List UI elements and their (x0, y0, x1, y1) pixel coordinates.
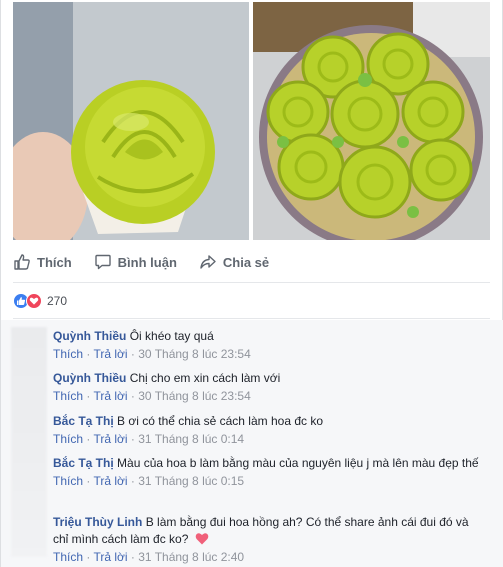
comment-label: Bình luận (117, 254, 177, 270)
divider (13, 282, 490, 283)
comment-reply-link[interactable]: Trả lời (93, 389, 127, 403)
photo-rose-cake[interactable] (253, 2, 490, 240)
heart-emoji-icon (195, 533, 209, 545)
comment-icon (94, 254, 111, 270)
comments-section: Quỳnh Thiều Ôi khéo tay quá Thích · Trả … (1, 320, 503, 567)
comment-like-link[interactable]: Thích (53, 474, 83, 488)
comment-time[interactable]: 30 Tháng 8 lúc 23:54 (138, 389, 251, 403)
comment-reply-link[interactable]: Trả lời (93, 474, 127, 488)
comment-text: Chị cho em xin cách làm với (129, 371, 281, 385)
comment-text: Màu của hoa b làm bằng màu của nguyên li… (117, 456, 479, 470)
comment-item: Quỳnh Thiều Ôi khéo tay quá Thích · Trả … (53, 329, 251, 361)
comment-like-link[interactable]: Thích (53, 432, 83, 446)
blurred-avatars (11, 327, 47, 557)
post-actions: Thích Bình luận Chia sẻ (13, 246, 490, 278)
divider (13, 318, 490, 319)
commenter-name[interactable]: Quỳnh Thiều (53, 371, 126, 385)
comment-time[interactable]: 31 Tháng 8 lúc 0:15 (138, 474, 244, 488)
like-label: Thích (37, 254, 72, 270)
reaction-summary[interactable]: 270 (13, 291, 67, 311)
comment-reply-link[interactable]: Trả lời (93, 550, 127, 564)
comment-like-link[interactable]: Thích (53, 550, 83, 564)
comment-text: Ôi khéo tay quá (129, 329, 214, 343)
comment-time[interactable]: 30 Tháng 8 lúc 23:54 (138, 347, 251, 361)
comment-button[interactable]: Bình luận (94, 253, 177, 271)
comment-time[interactable]: 31 Tháng 8 lúc 0:14 (138, 432, 244, 446)
comment-text: B ơi có thể chia sẻ cách làm hoa đc ko (117, 414, 324, 428)
comment-item: Quỳnh Thiều Chị cho em xin cách làm với … (53, 371, 281, 403)
post-photos (13, 2, 490, 240)
share-arrow-icon (200, 255, 216, 269)
comment-item: Bắc Tạ Thị Màu của hoa b làm bằng màu củ… (53, 456, 479, 488)
comment-reply-link[interactable]: Trả lời (93, 347, 127, 361)
rose-cake-image (253, 2, 490, 240)
comment-reply-link[interactable]: Trả lời (93, 432, 127, 446)
commenter-name[interactable]: Triệu Thùy Linh (53, 515, 142, 529)
photo-rose-on-hand[interactable] (13, 2, 249, 240)
comment-time[interactable]: 31 Tháng 8 lúc 2:40 (138, 550, 244, 564)
commenter-name[interactable]: Quỳnh Thiều (53, 329, 126, 343)
comment-item: Triệu Thùy Linh B làm bằng đui hoa hồng … (53, 515, 469, 564)
like-button[interactable]: Thích (13, 253, 72, 271)
share-label: Chia sẻ (222, 254, 270, 270)
rose-cupcake-image (13, 2, 249, 240)
reaction-count: 270 (47, 294, 68, 308)
comment-like-link[interactable]: Thích (53, 389, 83, 403)
love-reaction-icon (26, 293, 42, 309)
comment-item: Bắc Tạ Thị B ơi có thể chia sẻ cách làm … (53, 414, 324, 446)
commenter-name[interactable]: Bắc Tạ Thị (53, 414, 114, 428)
facebook-post: Thích Bình luận Chia sẻ 270 Quỳnh Thiều … (0, 0, 503, 567)
share-button[interactable]: Chia sẻ (199, 253, 269, 271)
thumbs-up-icon (14, 254, 30, 270)
commenter-name[interactable]: Bắc Tạ Thị (53, 456, 114, 470)
comment-like-link[interactable]: Thích (53, 347, 83, 361)
